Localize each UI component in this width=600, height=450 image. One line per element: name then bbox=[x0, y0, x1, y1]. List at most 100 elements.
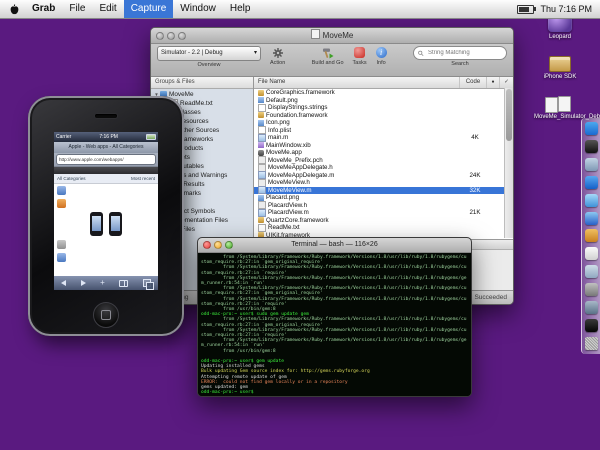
table-row[interactable]: MoveMeView.h bbox=[254, 179, 513, 187]
action-button[interactable]: Action bbox=[270, 46, 285, 66]
bookmarks-icon[interactable] bbox=[119, 280, 128, 287]
menu-edit[interactable]: Edit bbox=[92, 0, 123, 18]
dock-iphoto-icon[interactable] bbox=[585, 229, 598, 242]
table-row[interactable]: MoveMeAppDelegate.h bbox=[254, 164, 513, 172]
table-row[interactable]: MainWindow.xib✓ bbox=[254, 142, 513, 150]
menu-grab[interactable]: Grab bbox=[25, 0, 62, 18]
zoom-button[interactable] bbox=[178, 32, 186, 40]
table-row[interactable]: Icon.png✓ bbox=[254, 119, 513, 127]
desktop: LeopardiPhone SDKMoveMe_Simulator_Debug … bbox=[0, 0, 600, 450]
safari-toolbar: + bbox=[54, 276, 158, 290]
package-icon bbox=[549, 56, 571, 72]
dock-safari-icon[interactable] bbox=[585, 176, 598, 189]
desktop-icon-files[interactable]: MoveMe_Simulator_Debug bbox=[534, 96, 582, 121]
webapp-list-item[interactable] bbox=[54, 251, 158, 264]
add-bookmark-icon[interactable]: + bbox=[100, 279, 105, 287]
source-file-icon bbox=[258, 186, 266, 194]
terminal-line: from /System/Library/Frameworks/Ruby.fra… bbox=[201, 297, 468, 307]
xib-file-icon bbox=[258, 142, 264, 148]
build-and-go-button[interactable]: Build and Go bbox=[312, 46, 344, 66]
column-status[interactable]: ● bbox=[487, 77, 500, 88]
file-list-scrollbar[interactable] bbox=[504, 88, 513, 238]
url-field[interactable] bbox=[56, 154, 156, 165]
xcode-window-title: MoveMe bbox=[151, 28, 513, 43]
safari-url-bar bbox=[54, 153, 158, 167]
table-row[interactable]: Info.plist bbox=[254, 127, 513, 135]
table-row[interactable]: MoveMe.app bbox=[254, 149, 513, 157]
overview-popup[interactable]: Simulator - 2.2 | Debug▾ Overview bbox=[157, 46, 261, 68]
carrier-label: Carrier bbox=[56, 134, 71, 140]
table-row[interactable]: PlacardView.h bbox=[254, 202, 513, 210]
dock-terminal-icon[interactable] bbox=[585, 319, 598, 332]
iphone-screen: Carrier 7:16 PM Apple - Web apps - All C… bbox=[54, 132, 158, 290]
code-size: 32K bbox=[462, 187, 488, 194]
filter-all-categories[interactable]: All Categories bbox=[57, 176, 86, 181]
image-file-icon bbox=[258, 97, 264, 103]
dock-trash-icon[interactable] bbox=[585, 337, 598, 350]
table-row[interactable]: Default.png✓ bbox=[254, 97, 513, 105]
terminal-line: from /System/Library/Frameworks/Ruby.fra… bbox=[201, 286, 468, 296]
filter-most-recent[interactable]: Most recent bbox=[131, 176, 155, 181]
menu-help[interactable]: Help bbox=[223, 0, 258, 18]
search-input[interactable] bbox=[426, 49, 502, 57]
battery-icon[interactable] bbox=[517, 5, 534, 14]
pages-icon[interactable] bbox=[143, 279, 151, 287]
close-button[interactable] bbox=[203, 241, 211, 249]
dock-finder-icon[interactable] bbox=[585, 122, 598, 135]
minimize-button[interactable] bbox=[167, 32, 175, 40]
dock-preview-icon[interactable] bbox=[585, 265, 598, 278]
image-file-icon bbox=[258, 120, 264, 126]
terminal-line: from /System/Library/Frameworks/Ruby.fra… bbox=[201, 265, 468, 275]
framework-file-icon bbox=[258, 112, 264, 118]
column-file-name[interactable]: File Name bbox=[254, 77, 460, 88]
desktop-icon-package[interactable]: iPhone SDK bbox=[536, 56, 584, 81]
forward-icon[interactable] bbox=[81, 280, 86, 286]
column-code[interactable]: Code bbox=[460, 77, 487, 88]
table-row[interactable]: MoveMeView.m32K✓ bbox=[254, 187, 513, 195]
dock-mail-icon[interactable] bbox=[585, 158, 598, 171]
dock-dashboard-icon[interactable] bbox=[585, 140, 598, 153]
webapp-list-item[interactable] bbox=[54, 184, 158, 197]
table-row[interactable]: PlacardView.m21K✓ bbox=[254, 209, 513, 217]
table-row[interactable]: ReadMe.txt bbox=[254, 224, 513, 232]
sidebar-item-label: ReadMe.txt bbox=[180, 100, 213, 107]
menu-window[interactable]: Window bbox=[173, 0, 223, 18]
terminal-output[interactable]: from /System/Library/Frameworks/Ruby.fra… bbox=[198, 253, 471, 396]
terminal-titlebar[interactable]: Terminal — bash — 116×26 bbox=[198, 238, 471, 253]
tasks-button[interactable]: Tasks bbox=[353, 46, 367, 66]
table-row[interactable]: Placard.png✓ bbox=[254, 194, 513, 202]
column-target-membership[interactable]: ✓ bbox=[500, 77, 513, 88]
iphone-thumbnail bbox=[109, 212, 122, 236]
webapp-list-item[interactable] bbox=[54, 238, 158, 251]
code-size: 24K bbox=[462, 172, 488, 179]
dock-system-preferences-icon[interactable] bbox=[585, 283, 598, 296]
search-field[interactable] bbox=[413, 46, 507, 60]
close-button[interactable] bbox=[156, 32, 164, 40]
minimize-button[interactable] bbox=[214, 241, 222, 249]
menubar-clock[interactable]: Thu 7:16 PM bbox=[540, 4, 592, 14]
table-row[interactable]: main.m4K✓ bbox=[254, 134, 513, 142]
table-row[interactable]: QuartzCore.framework✓ bbox=[254, 217, 513, 225]
info-button[interactable]: i Info bbox=[376, 46, 387, 66]
home-button[interactable] bbox=[93, 302, 119, 328]
table-row[interactable]: MoveMeAppDelegate.m24K✓ bbox=[254, 172, 513, 180]
xcode-titlebar[interactable]: MoveMe bbox=[151, 28, 513, 44]
table-row[interactable]: Foundation.framework✓ bbox=[254, 112, 513, 120]
dock-ical-icon[interactable] bbox=[585, 247, 598, 260]
zoom-button[interactable] bbox=[225, 241, 233, 249]
table-row[interactable]: DisplayStrings.strings✓ bbox=[254, 104, 513, 112]
apple-menu[interactable] bbox=[4, 0, 25, 18]
back-icon[interactable] bbox=[61, 280, 66, 286]
dock-ichat-icon[interactable] bbox=[585, 194, 598, 207]
table-row[interactable]: CoreGraphics.framework✓ bbox=[254, 89, 513, 97]
table-row[interactable]: MoveMe_Prefix.pch bbox=[254, 157, 513, 165]
webapp-list-item[interactable] bbox=[54, 197, 158, 210]
code-size: 21K bbox=[462, 209, 488, 216]
menu-capture[interactable]: Capture bbox=[124, 0, 174, 18]
file-name: QuartzCore.framework bbox=[266, 217, 462, 224]
dock-itunes-icon[interactable] bbox=[585, 212, 598, 225]
menu-file[interactable]: File bbox=[62, 0, 92, 18]
dock-xcode-icon[interactable] bbox=[585, 301, 598, 314]
window-controls bbox=[198, 241, 233, 249]
stop-icon bbox=[354, 47, 365, 58]
